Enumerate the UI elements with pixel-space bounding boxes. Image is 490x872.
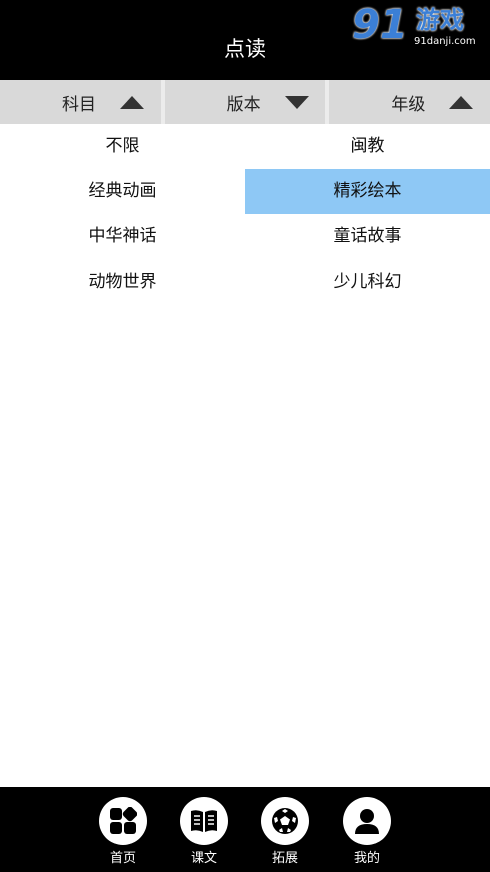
option-item[interactable]: 闽教 xyxy=(245,124,490,169)
option-item[interactable]: 不限 xyxy=(0,124,245,169)
option-item[interactable]: 少儿科幻 xyxy=(245,260,490,305)
option-item[interactable]: 中华神话 xyxy=(0,214,245,259)
filter-grade[interactable]: 年级 xyxy=(329,80,490,124)
soccer-ball-icon xyxy=(261,797,309,845)
option-item[interactable]: 动物世界 xyxy=(0,260,245,305)
filter-subject-label: 科目 xyxy=(62,94,96,115)
tab-home-label: 首页 xyxy=(109,851,136,866)
watermark-logo: 91 游戏 91danji.com xyxy=(352,2,486,54)
tab-extend-label: 拓展 xyxy=(271,851,298,866)
watermark-number: 91 xyxy=(352,2,408,48)
watermark-brand: 游戏 xyxy=(416,6,464,34)
tab-lessons-label: 课文 xyxy=(190,851,217,866)
bottom-tab-bar: 首页 课文 拓展 我的 xyxy=(0,787,490,872)
tab-lessons[interactable]: 课文 xyxy=(174,797,234,867)
filter-edition[interactable]: 版本 xyxy=(165,80,326,124)
watermark-domain: 91danji.com xyxy=(414,36,476,47)
filter-bar: 科目 版本 年级 xyxy=(0,80,490,124)
tab-mine[interactable]: 我的 xyxy=(337,797,397,867)
option-item[interactable]: 童话故事 xyxy=(245,214,490,259)
option-item-selected[interactable]: 精彩绘本 xyxy=(245,169,490,214)
tab-extend[interactable]: 拓展 xyxy=(255,797,315,867)
tab-mine-label: 我的 xyxy=(353,851,380,866)
filter-subject[interactable]: 科目 xyxy=(0,80,161,124)
triangle-up-icon xyxy=(120,95,144,109)
grid-icon xyxy=(99,797,147,845)
option-item[interactable]: 经典动画 xyxy=(0,169,245,214)
filter-grade-label: 年级 xyxy=(391,94,426,115)
book-icon xyxy=(180,797,228,845)
user-icon xyxy=(343,797,391,845)
triangle-up-icon xyxy=(449,95,474,109)
filter-edition-label: 版本 xyxy=(226,94,261,115)
app-header: 点读 91 游戏 91danji.com xyxy=(0,0,490,80)
triangle-down-icon xyxy=(284,95,309,109)
tab-home[interactable]: 首页 xyxy=(93,797,153,867)
